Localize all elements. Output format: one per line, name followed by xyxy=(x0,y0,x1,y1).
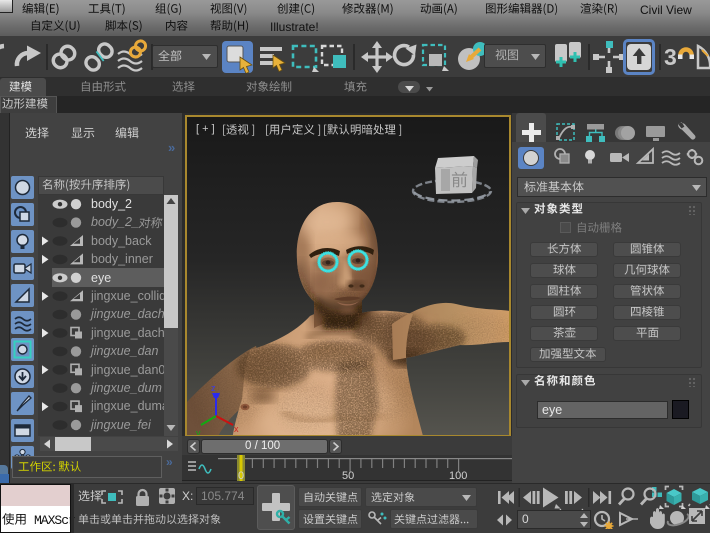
svg-text:100: 100 xyxy=(449,470,467,481)
svg-text:50: 50 xyxy=(342,470,354,481)
svg-text:0: 0 xyxy=(238,470,244,481)
